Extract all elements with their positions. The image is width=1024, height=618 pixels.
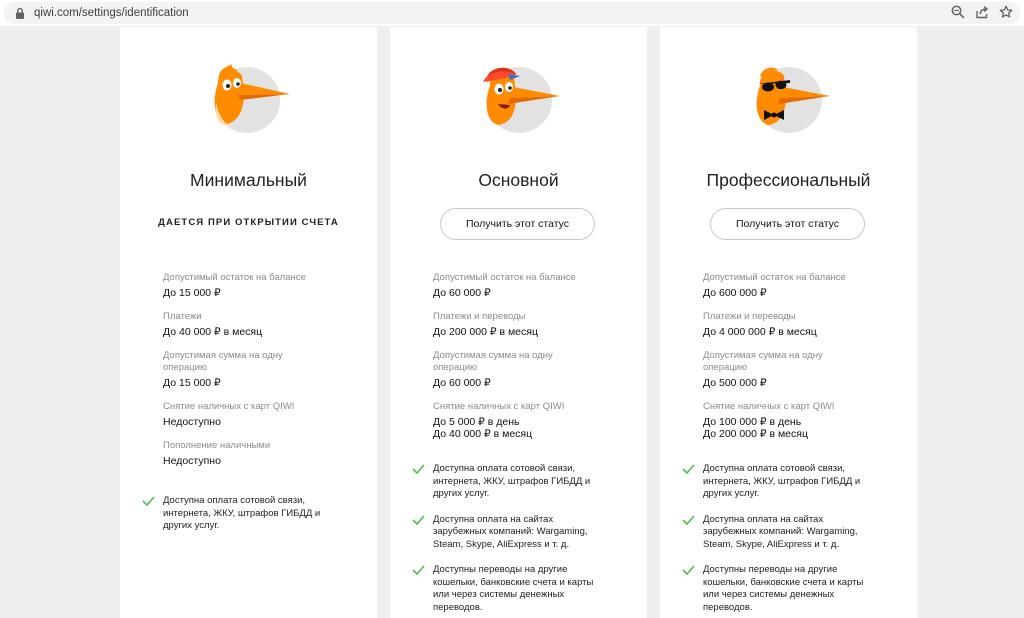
limit-cash-withdrawal: Снятие наличных с карт QIWI Недоступно: [163, 401, 363, 428]
limit-label: Платежи и переводы: [433, 311, 526, 322]
limit-cash-withdrawal: Снятие наличных с карт QIWI До 5 000 ₽ в…: [433, 401, 633, 440]
limit-balance: Допустимый остаток на балансе До 15 000 …: [163, 272, 363, 299]
limit-label: Допустимый остаток на балансе: [163, 272, 306, 283]
share-icon[interactable]: [974, 4, 990, 20]
feature-item: Доступна оплата сотовой связи, интернета…: [412, 463, 597, 501]
mascot-cap-icon: [483, 67, 560, 133]
tier-card-minimal: Минимальный ДАЕТСЯ ПРИ ОТКРЫТИИ СЧЕТА До…: [120, 27, 377, 618]
browser-toolbar: qiwi.com/settings/identification: [0, 0, 1024, 26]
limit-value: До 200 000 ₽ в месяц: [703, 428, 808, 440]
limit-value: До 15 000 ₽: [163, 377, 221, 389]
check-icon: [682, 514, 695, 525]
feature-text: Доступна оплата сотовой связи, интернета…: [703, 463, 861, 499]
mascot-plain-icon: [214, 64, 290, 133]
limit-label: Снятие наличных с карт QIWI: [433, 401, 565, 412]
check-icon: [682, 464, 695, 474]
feature-item: Доступна оплата на сайтах зарубежных ком…: [412, 514, 597, 552]
limit-single-operation: Допустимая сумма на одну операцию До 15 …: [163, 350, 323, 389]
check-icon: [682, 565, 695, 575]
limit-payments: Платежи и переводы До 200 000 ₽ в месяц: [433, 311, 633, 338]
get-status-button[interactable]: Получить этот статус: [440, 208, 595, 240]
limit-value: До 500 000 ₽: [703, 377, 767, 389]
mascot-sunglasses-icon: [756, 67, 830, 133]
limit-label: Платежи: [163, 311, 202, 322]
limit-single-operation: Допустимая сумма на одну операцию До 500…: [703, 350, 863, 389]
limit-value: До 4 000 000 ₽ в месяц: [703, 326, 817, 338]
limit-payments: Платежи и переводы До 4 000 000 ₽ в меся…: [703, 311, 903, 338]
check-icon: [412, 565, 425, 575]
granted-label: ДАЕТСЯ ПРИ ОТКРЫТИИ СЧЕТА: [158, 217, 339, 228]
limit-label: Платежи и переводы: [703, 311, 796, 322]
check-icon: [412, 514, 425, 525]
feature-text: Доступна оплата на сайтах зарубежных ком…: [703, 513, 858, 550]
limit-value: До 15 000 ₽: [163, 287, 221, 299]
limit-cash-topup: Пополнение наличными Недоступно: [163, 440, 363, 467]
limit-value: До 40 000 ₽ в месяц: [433, 428, 533, 440]
limit-value: До 600 000 ₽: [703, 287, 767, 299]
limit-value: До 60 000 ₽: [433, 287, 491, 299]
limit-label: Допустимая сумма на одну операцию: [433, 350, 553, 373]
tier-title: Минимальный: [190, 170, 307, 190]
address-bar[interactable]: qiwi.com/settings/identification: [4, 2, 1020, 24]
feature-text: Доступны переводы на другие кошельки, ба…: [433, 564, 594, 613]
tier-card-basic: Основной Получить этот статус Допустимый…: [390, 27, 647, 618]
url-text[interactable]: qiwi.com/settings/identification: [34, 7, 189, 19]
limit-cash-withdrawal: Снятие наличных с карт QIWI До 100 000 ₽…: [703, 401, 903, 440]
feature-item: Доступны переводы на другие кошельки, ба…: [682, 564, 867, 614]
limit-label: Допустимая сумма на одну операцию: [703, 350, 823, 373]
feature-item: Доступна оплата сотовой связи, интернета…: [682, 463, 867, 501]
feature-item: Доступна оплата сотовой связи, интернета…: [142, 495, 327, 533]
limits-list: Допустимый остаток на балансе До 15 000 …: [163, 272, 363, 479]
limit-label: Допустимый остаток на балансе: [433, 272, 576, 283]
limits-list: Допустимый остаток на балансе До 60 000 …: [433, 272, 633, 452]
limit-payments: Платежи До 40 000 ₽ в месяц: [163, 311, 363, 338]
limit-value: Недоступно: [163, 416, 221, 428]
feature-text: Доступна оплата сотовой связи, интернета…: [163, 495, 321, 531]
check-icon: [412, 464, 425, 474]
features-list: Доступна оплата сотовой связи, интернета…: [412, 463, 642, 618]
limit-value: До 100 000 ₽ в день: [703, 416, 802, 428]
tier-title: Профессиональный: [706, 170, 871, 190]
limit-label: Снятие наличных с карт QIWI: [163, 401, 295, 412]
limit-value: До 60 000 ₽: [433, 377, 491, 389]
feature-text: Доступна оплата на сайтах зарубежных ком…: [433, 513, 588, 550]
limit-value: До 200 000 ₽ в месяц: [433, 326, 538, 338]
check-icon: [142, 496, 155, 506]
feature-item: Доступна оплата на сайтах зарубежных ком…: [682, 514, 867, 552]
limit-single-operation: Допустимая сумма на одну операцию До 60 …: [433, 350, 593, 389]
limit-label: Допустимая сумма на одну операцию: [163, 350, 283, 373]
zoom-icon[interactable]: [950, 4, 966, 20]
features-list: Доступна оплата сотовой связи, интернета…: [682, 463, 912, 618]
limit-balance: Допустимый остаток на балансе До 60 000 …: [433, 272, 633, 299]
limits-list: Допустимый остаток на балансе До 600 000…: [703, 272, 903, 452]
feature-text: Доступны переводы на другие кошельки, ба…: [703, 564, 864, 613]
limit-value: До 40 000 ₽ в месяц: [163, 326, 263, 338]
limit-value: Недоступно: [163, 455, 221, 467]
features-list: Доступна оплата сотовой связи, интернета…: [142, 495, 372, 546]
limit-balance: Допустимый остаток на балансе До 600 000…: [703, 272, 903, 299]
feature-text: Доступна оплата сотовой связи, интернета…: [433, 463, 591, 499]
tier-card-professional: Профессиональный Получить этот статус До…: [660, 27, 917, 618]
bookmark-star-icon[interactable]: [998, 4, 1014, 20]
feature-item: Доступны переводы на другие кошельки, ба…: [412, 564, 597, 614]
limit-label: Допустимый остаток на балансе: [703, 272, 846, 283]
limit-label: Пополнение наличными: [163, 440, 271, 451]
limit-value: До 5 000 ₽ в день: [433, 416, 520, 428]
tier-title: Основной: [478, 170, 559, 190]
lock-icon[interactable]: [14, 7, 26, 20]
limit-label: Снятие наличных с карт QIWI: [703, 401, 835, 412]
get-status-button[interactable]: Получить этот статус: [710, 208, 865, 240]
